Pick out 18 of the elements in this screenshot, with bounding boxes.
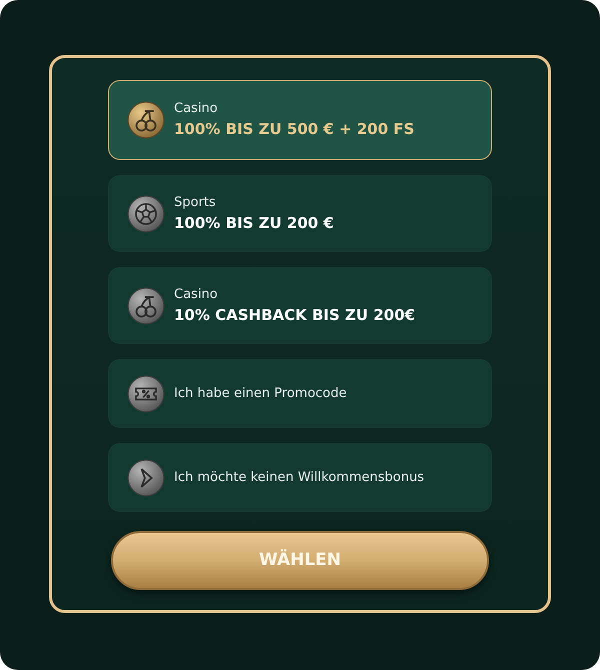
- option-label: Ich habe einen Promocode: [174, 384, 347, 403]
- bonus-category: Casino: [174, 100, 219, 118]
- bonus-option[interactable]: Ich habe einen Promocode: [108, 359, 492, 428]
- bonus-option[interactable]: Ich möchte keinen Willkommensbonus: [108, 443, 492, 512]
- bonus-category: Casino: [174, 286, 219, 304]
- bonus-option[interactable]: Casino 100% BIS ZU 500 € + 200 FS: [108, 80, 492, 160]
- bonus-option[interactable]: Sports 100% BIS ZU 200 €: [108, 175, 492, 252]
- bonus-offer: 10% CASHBACK BIS ZU 200€: [174, 304, 416, 326]
- bonus-offer: 100% BIS ZU 200 €: [174, 212, 334, 234]
- chevron-icon: [127, 458, 165, 496]
- cherry-icon: [127, 101, 165, 139]
- option-label: Ich möchte keinen Willkommensbonus: [174, 468, 424, 487]
- cherry-icon: [127, 286, 165, 324]
- bonus-category: Sports: [174, 194, 217, 212]
- bonus-offer: 100% BIS ZU 500 € + 200 FS: [174, 119, 414, 140]
- ticket-icon: [127, 374, 165, 412]
- ball-icon: [127, 194, 165, 232]
- bonus-option[interactable]: Casino 10% CASHBACK BIS ZU 200€: [108, 267, 492, 344]
